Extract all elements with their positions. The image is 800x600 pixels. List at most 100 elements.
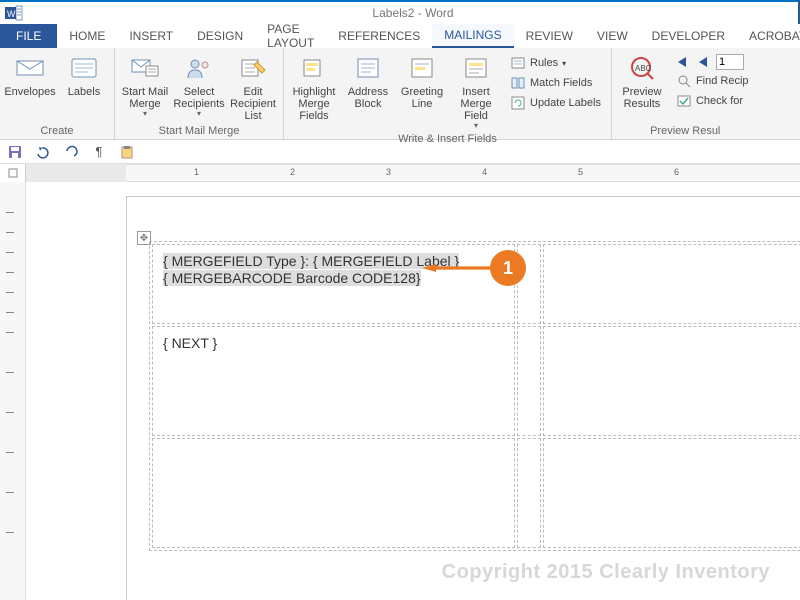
table-row: [152, 438, 800, 548]
horizontal-ruler[interactable]: 1 2 3 4 5 6: [126, 164, 800, 182]
page[interactable]: ✥ { MERGEFIELD Type }: { MERGEFIELD Labe…: [126, 196, 800, 600]
match-fields-icon: [510, 75, 526, 91]
label-cell[interactable]: { NEXT }: [152, 326, 515, 436]
chevron-down-icon: ▾: [197, 110, 201, 119]
chevron-down-icon: ▾: [143, 110, 147, 119]
greeting-line-button[interactable]: Greeting Line: [398, 50, 446, 110]
insert-merge-field-button[interactable]: Insert Merge Field ▾: [452, 50, 500, 131]
save-button[interactable]: [6, 143, 24, 161]
highlight-icon: [298, 52, 330, 84]
word-app-icon: W: [2, 3, 26, 23]
envelope-icon: [14, 52, 46, 84]
document-area: ✥ { MERGEFIELD Type }: { MERGEFIELD Labe…: [0, 182, 800, 600]
tab-insert[interactable]: INSERT: [117, 24, 185, 48]
record-number-input[interactable]: [716, 54, 744, 70]
preview-results-button[interactable]: ABC Preview Results: [618, 50, 666, 110]
update-labels-button[interactable]: Update Labels: [506, 94, 605, 112]
preview-icon: ABC: [626, 52, 658, 84]
label-cell[interactable]: [543, 438, 800, 548]
group-start-mail-merge: Start Mail Merge ▾ Select Recipients ▾ E…: [115, 48, 284, 139]
envelopes-label: Envelopes: [4, 86, 55, 98]
group-preview-results: ABC Preview Results Find Recip Check for: [612, 48, 759, 139]
label-cell[interactable]: [543, 326, 800, 436]
edit-recipient-list-button[interactable]: Edit Recipient List: [229, 50, 277, 122]
tab-file[interactable]: FILE: [0, 24, 57, 48]
check-errors-label: Check for: [696, 95, 743, 107]
mail-merge-icon: [129, 52, 161, 84]
update-labels-label: Update Labels: [530, 97, 601, 109]
tab-references[interactable]: REFERENCES: [326, 24, 432, 48]
address-block-label: Address Block: [344, 86, 392, 110]
group-write-insert: Highlight Merge Fields Address Block Gre…: [284, 48, 612, 139]
prev-record-button[interactable]: [694, 54, 712, 70]
check-icon: [676, 93, 692, 109]
ruler-margin: [26, 164, 126, 182]
rules-label: Rules: [530, 57, 558, 69]
address-block-button[interactable]: Address Block: [344, 50, 392, 110]
pilcrow-button[interactable]: ¶: [90, 143, 108, 161]
table-row: { MERGEFIELD Type }: { MERGEFIELD Label …: [152, 244, 800, 324]
vertical-ruler[interactable]: [0, 182, 26, 600]
merge-field-text: { MERGEFIELD Type }: { MERGEFIELD Label …: [163, 253, 459, 269]
tab-page-layout[interactable]: PAGE LAYOUT: [255, 24, 326, 48]
ruler-tick: 6: [674, 167, 679, 177]
group-create: Envelopes Labels Create: [0, 48, 115, 139]
tab-home[interactable]: HOME: [57, 24, 117, 48]
tab-acrobat[interactable]: ACROBAT: [737, 24, 800, 48]
paste-button[interactable]: [118, 143, 136, 161]
ribbon: Envelopes Labels Create Start Mail Merge…: [0, 48, 800, 140]
envelopes-button[interactable]: Envelopes: [6, 50, 54, 98]
start-mail-merge-button[interactable]: Start Mail Merge ▾: [121, 50, 169, 119]
group-start-mail-merge-label: Start Mail Merge: [121, 123, 277, 139]
edit-list-icon: [237, 52, 269, 84]
select-recipients-label: Select Recipients: [173, 86, 224, 110]
merge-barcode-text: { MERGEBARCODE Barcode CODE128}: [163, 270, 421, 286]
label-cell[interactable]: { MERGEFIELD Type }: { MERGEFIELD Label …: [152, 244, 515, 324]
chevron-down-icon: ▾: [474, 122, 478, 131]
ruler-tick: 2: [290, 167, 295, 177]
chevron-down-icon: ▾: [562, 59, 566, 68]
find-recipient-label: Find Recip: [696, 75, 749, 87]
tab-view[interactable]: VIEW: [585, 24, 640, 48]
labels-button[interactable]: Labels: [60, 50, 108, 98]
gutter-cell[interactable]: [517, 438, 541, 548]
group-write-insert-label: Write & Insert Fields: [290, 131, 605, 147]
undo-button[interactable]: [34, 143, 52, 161]
insert-merge-field-label: Insert Merge Field: [452, 86, 500, 122]
next-field-text: { NEXT }: [163, 335, 217, 351]
find-recipient-button[interactable]: Find Recip: [672, 72, 753, 90]
label-cell[interactable]: [543, 244, 800, 324]
horizontal-ruler-row: 1 2 3 4 5 6: [0, 164, 800, 182]
ruler-tick: 5: [578, 167, 583, 177]
group-create-label: Create: [6, 123, 108, 139]
match-fields-label: Match Fields: [530, 77, 592, 89]
label-table[interactable]: { MERGEFIELD Type }: { MERGEFIELD Label …: [149, 241, 800, 551]
label-cell[interactable]: [152, 438, 515, 548]
first-record-button[interactable]: [672, 54, 690, 70]
ribbon-tabs: FILE HOME INSERT DESIGN PAGE LAYOUT REFE…: [0, 24, 800, 48]
check-errors-button[interactable]: Check for: [672, 92, 753, 110]
recipients-icon: [183, 52, 215, 84]
gutter-cell[interactable]: [517, 326, 541, 436]
tab-developer[interactable]: DEVELOPER: [640, 24, 737, 48]
labels-icon: [68, 52, 100, 84]
title-bar: W Labels2 - Word: [0, 0, 800, 24]
select-recipients-button[interactable]: Select Recipients ▾: [175, 50, 223, 119]
window-title: Labels2 - Word: [26, 6, 800, 20]
page-scroll-area[interactable]: ✥ { MERGEFIELD Type }: { MERGEFIELD Labe…: [26, 182, 800, 600]
match-fields-button[interactable]: Match Fields: [506, 74, 605, 92]
gutter-cell[interactable]: [517, 244, 541, 324]
address-block-icon: [352, 52, 384, 84]
tab-design[interactable]: DESIGN: [185, 24, 255, 48]
redo-button[interactable]: [62, 143, 80, 161]
ruler-corner[interactable]: [0, 164, 26, 182]
tab-mailings[interactable]: MAILINGS: [432, 24, 513, 48]
tab-review[interactable]: REVIEW: [514, 24, 585, 48]
ruler-tick: 4: [482, 167, 487, 177]
update-labels-icon: [510, 95, 526, 111]
ruler-tick: 3: [386, 167, 391, 177]
rules-icon: [510, 55, 526, 71]
highlight-merge-fields-label: Highlight Merge Fields: [290, 86, 338, 122]
highlight-merge-fields-button[interactable]: Highlight Merge Fields: [290, 50, 338, 122]
rules-button[interactable]: Rules ▾: [506, 54, 605, 72]
